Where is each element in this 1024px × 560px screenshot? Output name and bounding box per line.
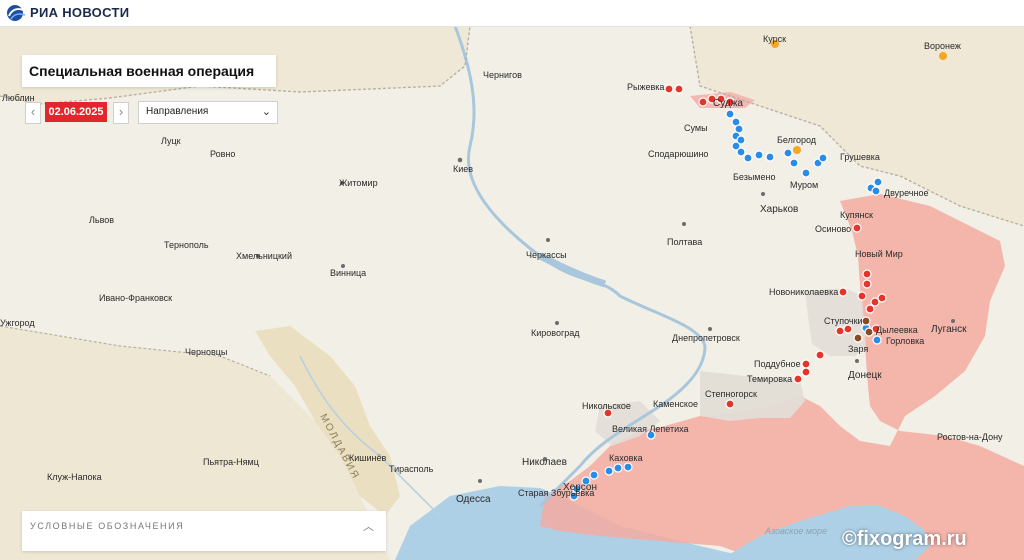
label-kirovograd: Кировоград — [531, 328, 580, 338]
label-dnepropetrovsk: Днепропетровск — [672, 333, 740, 343]
label-donetsk: Донецк — [848, 370, 882, 381]
city-dot-donetsk — [855, 359, 859, 363]
city-dot-belgorod — [793, 146, 801, 154]
label-rostov: Ростов-на-Дону — [937, 432, 1003, 442]
label-kherson: Херсон — [563, 482, 597, 493]
label-sudzha: Суджа — [713, 98, 743, 109]
label-poddubnoe: Поддубное — [754, 359, 801, 369]
label-bezymeno: Безымено — [733, 172, 775, 182]
city-dot-cherkassy — [546, 238, 550, 242]
city-dot-kirovograd — [555, 321, 559, 325]
label-kursk: Курск — [763, 34, 786, 44]
label-nikolskoe: Никольское — [582, 401, 631, 411]
city-dot-poltava — [682, 222, 686, 226]
label-velikaya-lepetikha-1: Великая Лепетиха — [612, 424, 689, 434]
label-lvov: Львов — [89, 215, 114, 225]
date-badge[interactable]: 02.06.2025 — [45, 102, 107, 122]
city-dot-voronezh — [939, 52, 947, 60]
label-tiraspol: Тирасполь — [389, 464, 434, 474]
label-novonikolaevka: Новониколаевка — [769, 287, 838, 297]
label-cherkassy: Черкассы — [526, 250, 567, 260]
directions-select-value: Направления — [146, 106, 209, 117]
label-dvurechnoe: Двуречное — [884, 188, 928, 198]
logo-text[interactable]: РИА НОВОСТИ — [30, 5, 129, 20]
label-osinovo: Осиново — [815, 224, 851, 234]
label-novy-mir: Новый Мир — [855, 249, 903, 259]
ria-logo-icon[interactable] — [6, 4, 26, 22]
label-pyatra-nyamts: Пьятра-Нямц — [203, 457, 259, 467]
chevron-down-icon: ⌄ — [261, 106, 271, 118]
next-date-button[interactable]: › — [113, 102, 129, 124]
label-kharkov: Харьков — [760, 204, 798, 215]
label-voronezh: Воронеж — [924, 41, 961, 51]
label-vinnitsa: Винница — [330, 268, 366, 278]
sea-of-azov-label: Азовское море — [764, 526, 827, 536]
label-kishinev: Кишинёв — [349, 453, 386, 463]
chevron-up-icon[interactable]: ︿ — [363, 518, 374, 534]
label-kupyansk: Купянск — [840, 210, 873, 220]
label-odessa: Одесса — [456, 494, 491, 505]
prev-date-button[interactable]: ‹ — [25, 102, 41, 124]
label-belgorod: Белгород — [777, 135, 817, 145]
label-khmelnitsky: Хмельницкий — [236, 251, 292, 261]
watermark: ©fixogram.ru — [842, 528, 967, 550]
label-temirovka: Темировка — [747, 374, 792, 384]
label-chernigov: Чернигов — [483, 70, 522, 80]
label-ivano-frankovsk: Ивано-Франковск — [99, 293, 172, 303]
label-dyleevka: Дылеевка — [876, 325, 918, 335]
label-stepnogorsk: Степногорск — [705, 389, 757, 399]
label-kakhovka: Каховка — [609, 453, 643, 463]
city-dot-dnepr — [708, 327, 712, 331]
label-uzhgorod: Ужгород — [0, 318, 35, 328]
city-dot-kharkov — [761, 192, 765, 196]
city-dot-odessa — [478, 479, 482, 483]
label-kamenskoe: Каменское — [653, 399, 698, 409]
label-gorlovka: Горловка — [886, 336, 924, 346]
page-title: Специальная военная операция — [29, 63, 255, 79]
title-panel: Специальная военная операция — [22, 55, 276, 87]
label-kiev: Киев — [453, 164, 473, 174]
label-grushevka: Грушевка — [840, 152, 880, 162]
label-rovno: Ровно — [210, 149, 235, 159]
label-ryzhevka: Рыжевка — [627, 82, 664, 92]
label-nikolaev: Николаев — [522, 457, 567, 468]
label-poltava: Полтава — [667, 237, 702, 247]
label-spodaryushino: Сподарюшино — [648, 149, 708, 159]
label-sumy: Сумы — [684, 123, 708, 133]
directions-select[interactable]: Направления ⌄ — [138, 101, 278, 124]
legend-label: УСЛОВНЫЕ ОБОЗНАЧЕНИЯ — [30, 521, 185, 531]
city-dot-lugansk — [951, 319, 955, 323]
label-murom: Муром — [790, 180, 818, 190]
label-ternopol: Тернополь — [164, 240, 209, 250]
label-stupochki: Ступочки — [824, 316, 863, 326]
label-lugansk: Луганск — [931, 324, 967, 335]
label-zhitomir: Житомир — [339, 178, 378, 188]
label-zarya: Заря — [848, 344, 868, 354]
label-lutsk: Луцк — [161, 136, 181, 146]
city-dot-kiev — [457, 157, 463, 163]
label-kluzh-napoka: Клуж-Напока — [47, 472, 102, 482]
label-chernovtsy: Черновцы — [185, 347, 227, 357]
legend-panel[interactable]: УСЛОВНЫЕ ОБОЗНАЧЕНИЯ ︿ — [22, 511, 386, 551]
top-bar: РИА НОВОСТИ — [0, 0, 1024, 27]
